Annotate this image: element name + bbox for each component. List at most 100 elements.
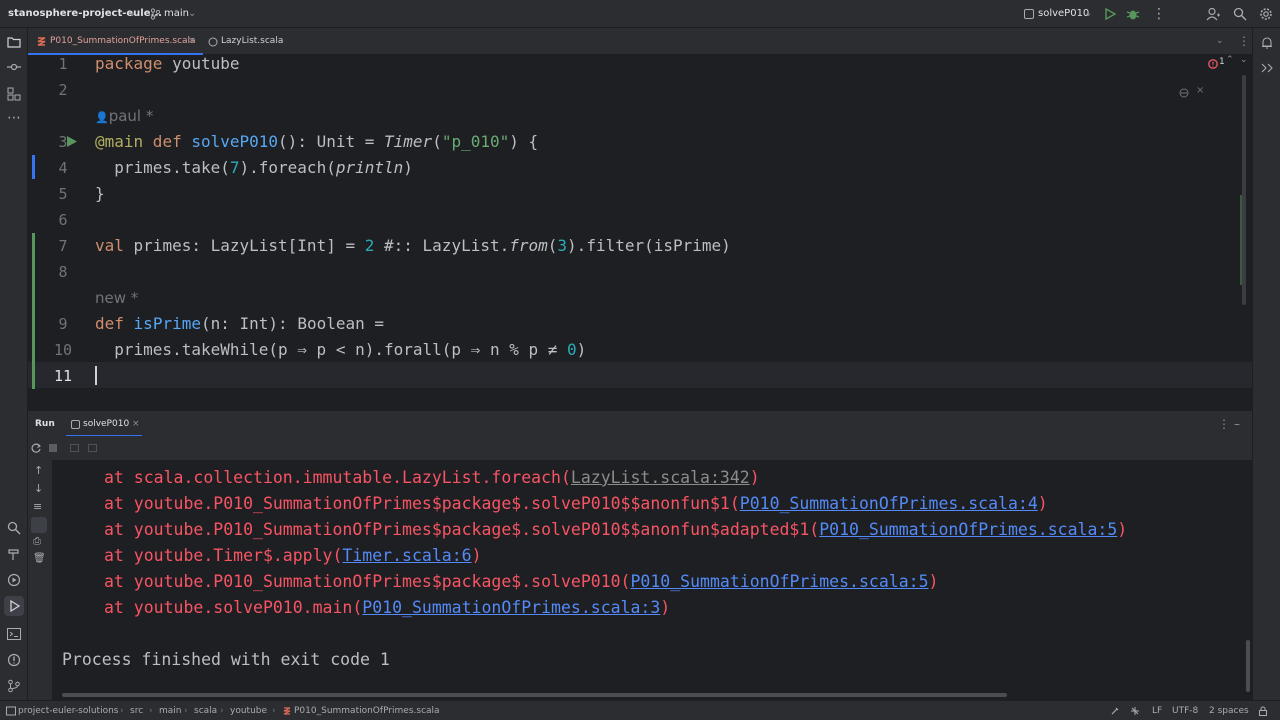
more-tabs-icon[interactable]: ⋮ [1238,28,1250,55]
services-icon[interactable] [7,573,21,587]
notifications-icon[interactable] [1260,36,1274,50]
chevron-down-icon[interactable]: ⌄ [1240,55,1248,65]
source-link[interactable]: P010_SummationOfPrimes.scala:4 [740,494,1038,513]
print-icon[interactable]: ⎙ [33,536,41,547]
scroll-to-end-icon[interactable] [31,517,47,533]
search-icon[interactable] [1233,7,1247,21]
stack-trace-line: at youtube.P010_SummationOfPrimes$packag… [104,491,1048,517]
keyword: def [95,314,124,333]
number-literal: 2 [364,236,375,255]
close-icon[interactable]: × [132,411,140,437]
stop-icon[interactable] [49,444,57,452]
file-encoding[interactable]: UTF-8 [1172,701,1198,720]
structure-icon[interactable] [7,87,21,101]
breadcrumb-youtube[interactable]: youtube [230,701,267,720]
number-literal: 3 [557,236,568,255]
chevron-down-icon[interactable]: ⌄ [1216,28,1224,55]
console-horizontal-scrollbar[interactable] [62,693,1007,697]
restore-layout-icon[interactable] [70,444,79,452]
author-hint[interactable]: 👤paul * [95,103,153,131]
chevron-down-icon: ⌄ [188,8,197,19]
build-hammer-icon[interactable] [7,547,21,561]
trash-icon[interactable]: 🗑 [33,553,46,564]
chevron-right-icon: › [120,706,124,716]
git-branch-icon [150,8,160,20]
change-marker [32,233,35,389]
breadcrumb-file[interactable]: P010_SummationOfPrimes.scala [294,701,440,720]
code-line-3: @main def solveP010(): Unit = Timer("p_0… [95,129,538,155]
run-tool-icon[interactable] [4,596,24,616]
code-text: ).foreach( [239,158,336,177]
folder-icon[interactable] [7,36,21,48]
export-icon[interactable] [88,444,97,452]
tools-icon[interactable] [1110,706,1120,716]
user-icon[interactable] [1206,7,1220,21]
settings-gear-icon[interactable] [1259,7,1273,21]
breadcrumb-main[interactable]: main [159,701,182,720]
stack-frame-text: at youtube.P010_SummationOfPrimes$packag… [104,572,631,591]
rerun-icon[interactable] [31,443,41,453]
scala-file-icon [37,37,46,46]
function-name: solveP010 [191,132,279,151]
stack-trace-line: at youtube.solveP010.main(P010_Summation… [104,595,670,621]
debug-icon[interactable] [1126,7,1140,21]
source-link[interactable]: P010_SummationOfPrimes.scala:5 [631,572,929,591]
source-link[interactable]: LazyList.scala:342 [571,468,750,487]
more-tools-icon[interactable]: ⋯ [7,110,21,126]
chevron-right-icon: › [220,706,224,716]
breadcrumb-project[interactable]: project-euler-solutions [18,701,118,720]
branch-selector[interactable]: main [164,0,189,28]
inlay-toggle-icon[interactable] [1178,87,1190,99]
source-link[interactable]: P010_SummationOfPrimes.scala:3 [362,598,660,617]
lock-icon[interactable] [1258,706,1268,716]
soft-wrap-icon[interactable]: ≡ [33,500,42,513]
string-literal: "p_010" [441,132,510,151]
author-hint[interactable]: new * [95,285,138,311]
ai-assistant-icon[interactable] [1130,706,1140,716]
project-selector[interactable]: stanosphere-project-eule... [8,0,162,28]
search-icon[interactable] [7,521,21,535]
minimize-icon[interactable]: – [1234,411,1240,437]
line-separator[interactable]: LF [1152,701,1162,720]
more-actions-icon[interactable]: ⋮ [1218,411,1230,437]
breadcrumb-scala[interactable]: scala [194,701,217,720]
arrow-down-icon[interactable]: ↓ [34,482,43,495]
close-icon[interactable]: × [1196,85,1204,96]
number-literal: 7 [229,158,240,177]
run-config-selector[interactable]: solveP010 [1038,0,1089,28]
run-icon[interactable] [1104,8,1116,20]
run-config-icon [71,420,80,429]
line-number: 7 [58,237,68,255]
indent-setting[interactable]: 2 spaces [1209,701,1249,720]
tab-run-config[interactable]: solveP010 × [66,411,142,437]
editor-scrollbar[interactable] [1242,75,1246,305]
keyword: def [143,132,192,151]
line-number: 5 [58,185,68,203]
source-link[interactable]: P010_SummationOfPrimes.scala:5 [819,520,1117,539]
scala-plugin-icon[interactable] [1259,62,1275,74]
problems-count[interactable]: 1 [1219,57,1225,67]
person-icon: 👤 [95,111,109,124]
change-marker [1240,195,1242,285]
code-text: ).filter(isPrime) [567,236,731,255]
breadcrumb-src[interactable]: src [130,701,143,720]
error-icon[interactable] [1208,59,1218,69]
git-icon[interactable] [7,679,21,693]
problems-icon[interactable] [7,653,21,667]
stack-frame-text: at youtube.P010_SummationOfPrimes$packag… [104,494,740,513]
code-editor[interactable]: 1 2 3 4 5 6 7 8 9 10 11 package youtube … [28,54,1252,396]
run-gutter-icon[interactable] [66,135,78,148]
arrow-up-icon[interactable]: ↑ [34,464,43,477]
chevron-right-icon: › [272,706,276,716]
commit-icon[interactable] [7,62,21,72]
stack-frame-text: ) [1117,520,1128,539]
console-vertical-scrollbar[interactable] [1246,640,1250,692]
more-actions-icon[interactable]: ⋮ [1152,0,1166,28]
chevron-up-icon[interactable]: ⌃ [1226,55,1234,65]
console-output[interactable]: at scala.collection.immutable.LazyList.f… [52,460,1252,700]
terminal-icon[interactable] [7,627,21,641]
source-link[interactable]: Timer.scala:6 [342,546,471,565]
code-line-7: val primes: LazyList[Int] = 2 #:: LazyLi… [95,233,731,259]
stack-frame-text: at scala.collection.immutable.LazyList.f… [104,468,571,487]
left-tool-strip: ⋯ [0,28,28,702]
